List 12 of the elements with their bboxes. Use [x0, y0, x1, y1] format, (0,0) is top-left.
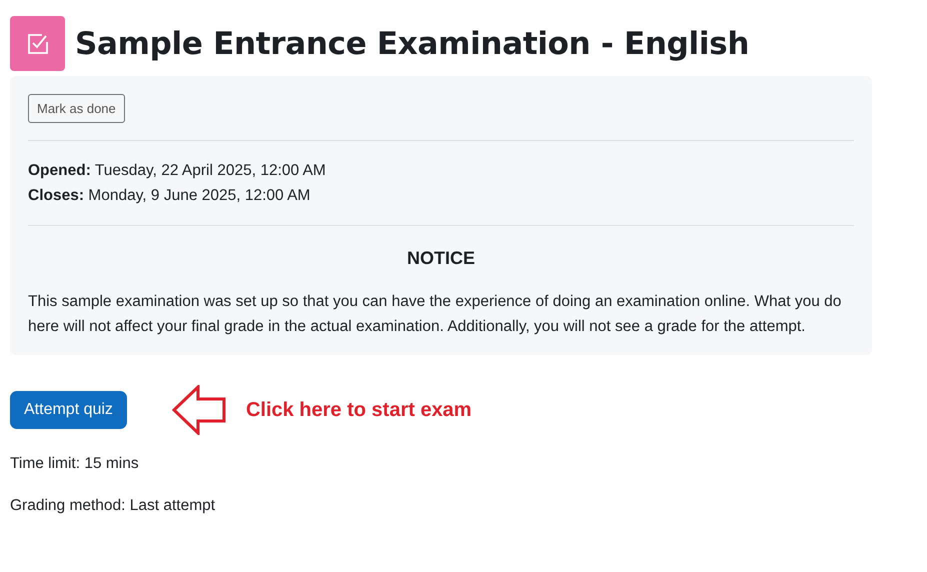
quiz-icon [10, 16, 65, 71]
notice-heading: NOTICE [406, 248, 476, 269]
date-line: Closes: Monday, 9 June 2025, 12:00 AM [28, 186, 312, 206]
annotation-text: Click here to start exam [246, 398, 472, 422]
mark-as-done-button[interactable]: Mark as done [28, 94, 125, 123]
attempt-quiz-button[interactable]: Attempt quiz [10, 391, 127, 429]
date-line: Opened: Tuesday, 22 April 2025, 12:00 AM [28, 161, 327, 181]
info-text: Grading method: Last attempt [10, 497, 216, 515]
page-title: Sample Entrance Examination - English [75, 26, 750, 62]
left-arrow-icon [172, 385, 226, 435]
info-text: Time limit: 15 mins [10, 455, 140, 473]
notice-text: This sample examination was set up so that you can have the experience of doing an examination online. What you do here will not affect your final grade in the actual examination. Additionally, you will not see a grade for the attempt. [28, 292, 842, 337]
